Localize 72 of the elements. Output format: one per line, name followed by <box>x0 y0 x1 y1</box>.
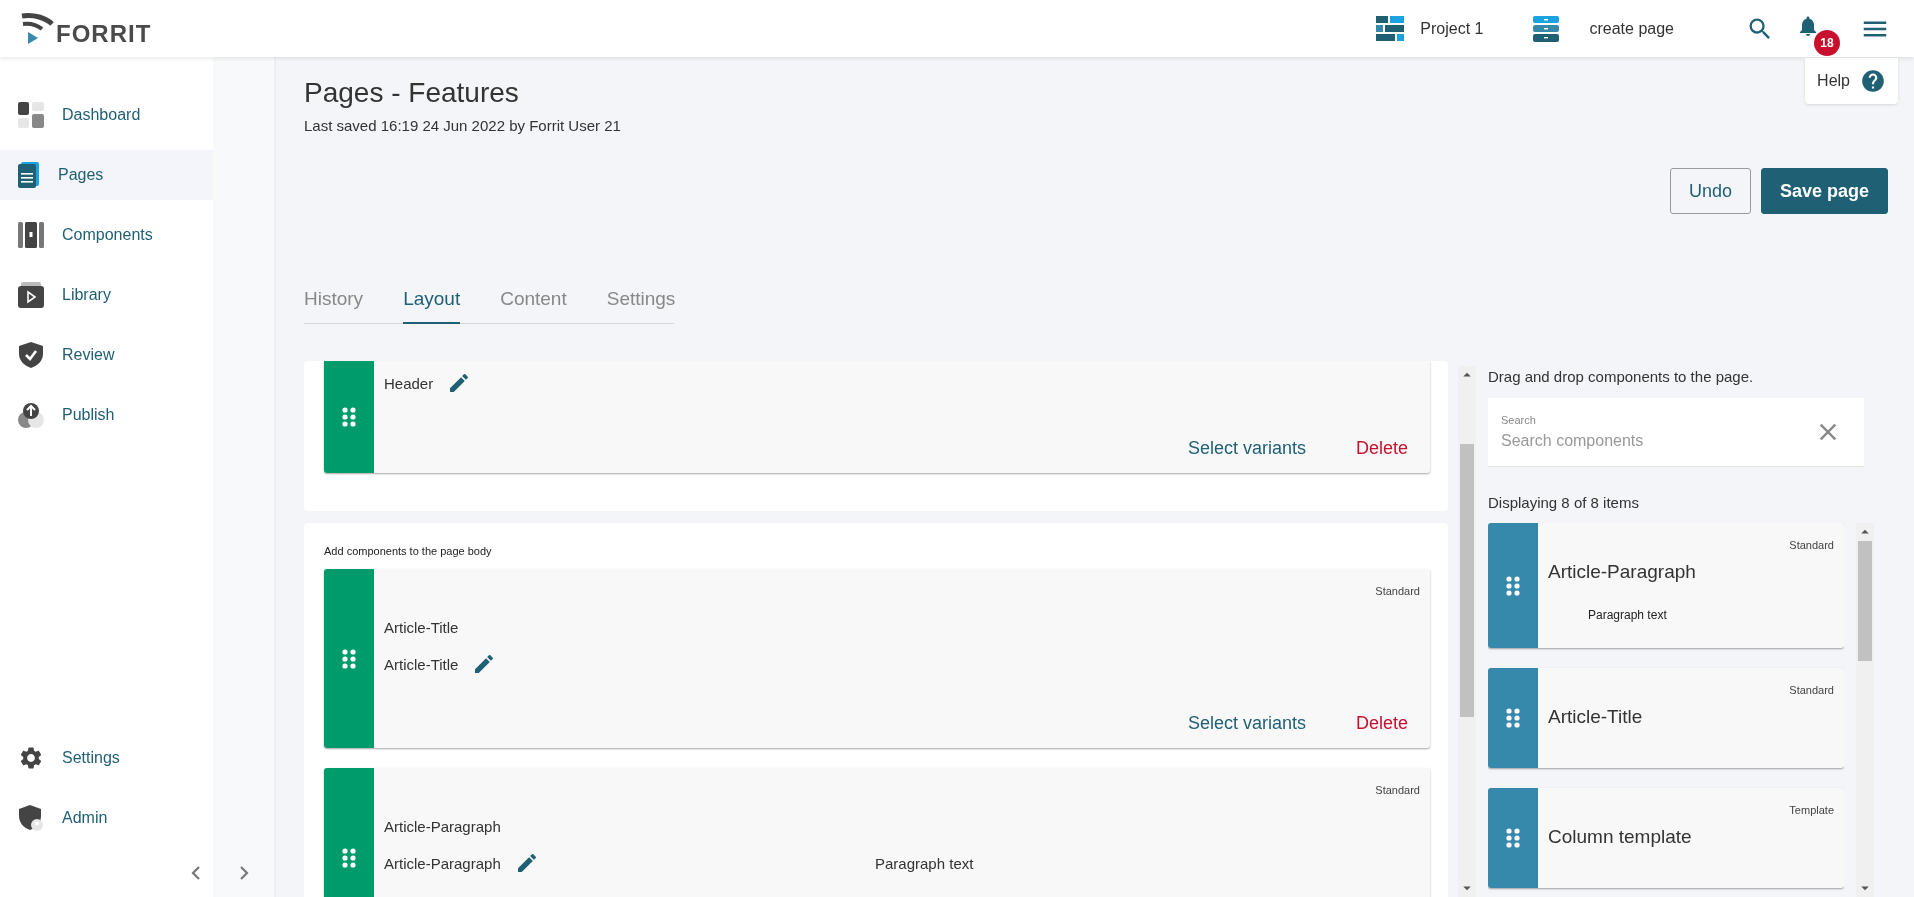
drag-handle-icon[interactable] <box>1506 708 1520 728</box>
component-name: Article-Title <box>1548 706 1644 728</box>
component-title: Article-Paragraph <box>384 818 502 835</box>
nav-item[interactable]: Review <box>0 330 213 380</box>
component-name: Header <box>384 374 434 392</box>
drag-handle-icon[interactable] <box>1506 828 1520 848</box>
nav-item[interactable]: Components <box>0 210 213 260</box>
select-variants-button[interactable]: Select variants <box>1187 438 1306 459</box>
type-label: Template <box>1789 804 1834 816</box>
video-library-icon <box>18 282 44 308</box>
type-label: Standard <box>1375 585 1420 597</box>
library-card[interactable]: Template Column template <box>1488 788 1844 888</box>
help-button[interactable]: Help <box>1805 58 1898 104</box>
dashboard-icon <box>18 102 44 128</box>
component-name: Column template <box>1548 826 1693 848</box>
logo-icon <box>20 11 56 46</box>
select-variants-button[interactable]: Select variants <box>1187 713 1306 734</box>
chevron-left-icon <box>191 865 201 881</box>
nav-item[interactable]: Library <box>0 270 213 320</box>
nav-item[interactable]: Pages <box>0 150 213 200</box>
drag-handle-icon[interactable] <box>1506 575 1520 596</box>
admin-shield-icon <box>18 805 44 831</box>
logo-text: FORRIT <box>56 21 152 46</box>
nav-item[interactable]: Settings <box>0 733 213 783</box>
grid-blocks-icon <box>1376 15 1405 42</box>
type-label: Standard <box>1789 539 1834 551</box>
component-name: Article-Paragraph <box>384 854 501 872</box>
item-count: Displaying 8 of 8 items <box>1488 494 1640 511</box>
drawers-icon <box>1533 15 1560 42</box>
chevron-right-icon <box>238 865 249 881</box>
tab[interactable]: Layout <box>403 288 461 324</box>
create-page-link[interactable]: create page <box>1533 15 1674 42</box>
project-link[interactable]: Project 1 <box>1376 15 1484 42</box>
type-label: Standard <box>1375 784 1420 796</box>
drag-handle-icon[interactable] <box>342 648 356 669</box>
library-card[interactable]: Standard Article-Title <box>1488 668 1844 768</box>
search-input[interactable]: Search components <box>1501 432 1814 450</box>
settings-icon <box>18 745 44 771</box>
type-label: Standard <box>1789 684 1834 696</box>
undo-button[interactable]: Undo <box>1669 168 1751 214</box>
library-card[interactable]: Standard Article-Paragraph Paragraph text <box>1488 523 1844 648</box>
component-name: Article-Title <box>384 655 459 673</box>
preview-text: Paragraph text <box>1588 608 1668 622</box>
nav-item[interactable]: Admin <box>0 793 213 843</box>
page-title: Pages - Features <box>304 77 519 109</box>
help-icon <box>1860 68 1886 94</box>
scrollbar[interactable] <box>1856 523 1874 897</box>
scrollbar[interactable] <box>1458 366 1476 897</box>
upload-icon <box>18 402 44 428</box>
expand-button[interactable] <box>238 865 249 881</box>
delete-button[interactable]: Delete <box>1355 713 1408 734</box>
components-icon <box>18 222 44 248</box>
notifications-button[interactable]: 18 <box>1796 13 1838 56</box>
component-name: Article-Paragraph <box>1548 561 1697 583</box>
instruction-text: Drag and drop components to the page. <box>1488 368 1755 385</box>
last-saved-text: Last saved 16:19 24 Jun 2022 by Forrit User 21 <box>304 117 622 134</box>
section-hint: Add components to the page body <box>324 545 493 557</box>
collapse-button[interactable] <box>191 865 201 881</box>
nav-item[interactable]: Publish <box>0 390 213 440</box>
delete-button[interactable]: Delete <box>1355 438 1408 459</box>
preview-text: Paragraph text <box>875 855 974 872</box>
drag-handle-icon[interactable] <box>342 407 356 427</box>
component-title: Article-Title <box>384 619 460 636</box>
document-icon <box>18 162 40 188</box>
search-label: Search <box>1501 414 1537 426</box>
notification-badge: 18 <box>1814 29 1840 56</box>
shield-check-icon <box>18 342 44 368</box>
scrollbar-thumb[interactable] <box>1460 444 1474 717</box>
drag-handle-icon[interactable] <box>342 847 356 868</box>
save-button[interactable]: Save page <box>1760 168 1888 214</box>
scrollbar-thumb[interactable] <box>1858 541 1872 661</box>
nav-item[interactable]: Dashboard <box>0 90 213 140</box>
